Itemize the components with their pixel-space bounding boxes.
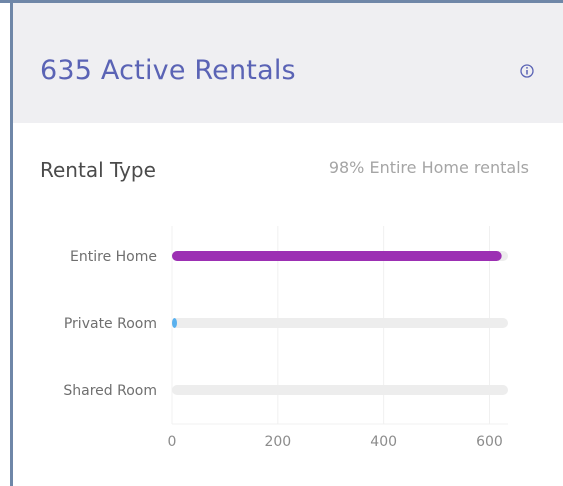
chart-bars — [172, 251, 508, 395]
x-tick-label: 400 — [370, 434, 397, 450]
category-label: Shared Room — [63, 383, 157, 399]
category-label: Private Room — [64, 316, 157, 332]
bar-track — [172, 385, 508, 395]
x-tick-label: 600 — [476, 434, 503, 450]
x-tick-label: 200 — [264, 434, 291, 450]
rentals-card: 635 Active Rentals Rental Type 98% Entir… — [0, 0, 563, 486]
category-label: Entire Home — [70, 249, 157, 265]
bar-track — [172, 318, 508, 328]
x-tick-label: 0 — [168, 434, 177, 450]
bar-private-room[interactable] — [172, 318, 177, 328]
rental-type-chart: 0 200 400 600 Entire Home Private Room Shared … — [63, 226, 508, 450]
chart-labels: 0 200 400 600 Entire Home Private Room Shared … — [63, 249, 502, 450]
bar-entire-home[interactable] — [172, 251, 502, 261]
